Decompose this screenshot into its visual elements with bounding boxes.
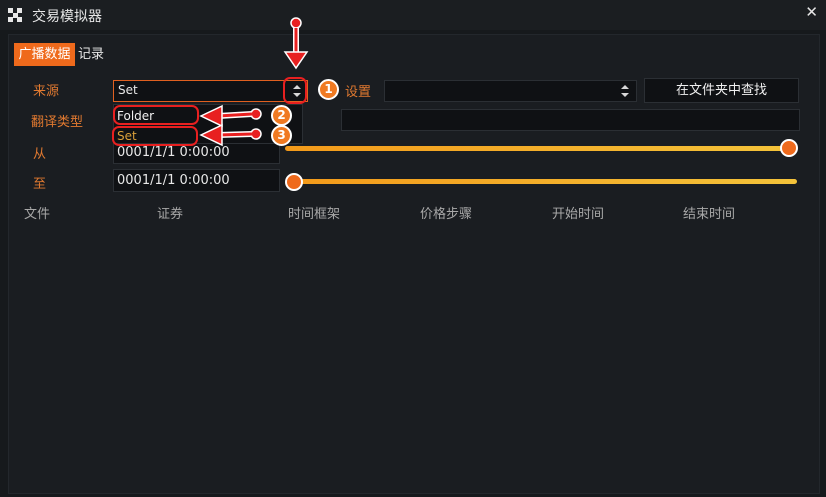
- tab-broadcast-data[interactable]: 广播数据: [14, 43, 75, 66]
- source-select-value: Set: [118, 83, 138, 97]
- badge-1: 1: [318, 79, 339, 100]
- window-title: 交易模拟器: [32, 9, 102, 25]
- app-grid-icon: [8, 8, 22, 22]
- settings-label: 设置: [345, 85, 372, 100]
- column-header-security[interactable]: 证券: [157, 203, 183, 222]
- spin-arrows-icon[interactable]: [620, 84, 630, 100]
- callout-box-folder: [113, 105, 199, 125]
- find-in-folder-button[interactable]: 在文件夹中查找: [644, 78, 799, 103]
- source-label: 来源: [33, 84, 60, 99]
- close-icon[interactable]: ✕: [805, 3, 818, 21]
- source-select[interactable]: Set: [113, 80, 308, 102]
- to-slider-thumb[interactable]: [285, 173, 303, 191]
- title-bar: 交易模拟器 ✕: [0, 0, 826, 30]
- from-label: 从: [33, 147, 47, 162]
- column-header-file[interactable]: 文件: [24, 203, 50, 222]
- from-date-value: 0001/1/1 0:00:00: [117, 145, 230, 160]
- column-header-timeframe[interactable]: 时间框架: [288, 203, 340, 222]
- to-label: 至: [33, 177, 47, 192]
- callout-box-set: [112, 126, 198, 146]
- column-header-price-step[interactable]: 价格步骤: [420, 203, 472, 222]
- to-date-field[interactable]: 0001/1/1 0:00:00: [113, 169, 280, 192]
- badge-3: 3: [271, 125, 292, 146]
- column-header-start-time[interactable]: 开始时间: [552, 203, 604, 222]
- from-slider-track[interactable]: [285, 146, 790, 151]
- from-slider-thumb[interactable]: [780, 139, 798, 157]
- badge-2: 2: [271, 105, 292, 126]
- callout-box-spinner: [283, 77, 307, 104]
- path-field[interactable]: [341, 109, 800, 131]
- settings-select[interactable]: [384, 80, 637, 102]
- to-date-value: 0001/1/1 0:00:00: [117, 173, 230, 188]
- tab-records[interactable]: 记录: [78, 43, 104, 66]
- translation-type-label: 翻译类型: [31, 115, 84, 130]
- to-slider-track[interactable]: [294, 179, 797, 184]
- main-panel: [8, 34, 820, 494]
- column-header-end-time[interactable]: 结束时间: [683, 203, 735, 222]
